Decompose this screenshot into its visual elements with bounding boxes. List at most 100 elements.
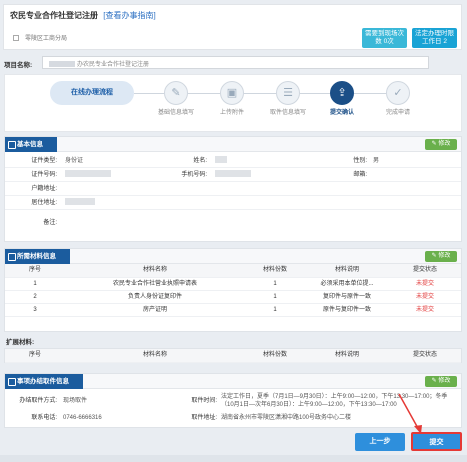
- table-header-row: 序号 材料名称 材料份数 材料说明 提交状态: [5, 264, 461, 278]
- field-label: 户籍地址:: [31, 186, 57, 192]
- table-cell: 1: [245, 303, 305, 317]
- edit-pickup-button[interactable]: ✎ 修改: [425, 376, 457, 387]
- guide-link[interactable]: [查看办事指南]: [103, 11, 155, 20]
- flow-connector: [300, 93, 330, 94]
- submit-button[interactable]: 提交: [411, 432, 462, 451]
- step-label-pickup: 取件信息填写: [269, 110, 306, 116]
- field-label: 取件地址:: [191, 415, 217, 421]
- table-cell: 负责人身份证复印件: [65, 290, 245, 304]
- redacted-text: [215, 170, 251, 177]
- pickup-form-icon: ☰: [276, 81, 300, 105]
- field-label: 居住地址:: [31, 200, 57, 206]
- agency-name: 零陵区工商分局: [25, 36, 68, 42]
- extended-materials-label: 扩展材料:: [6, 339, 35, 346]
- column-header: 材料说明: [305, 264, 389, 278]
- column-header: 材料说明: [305, 349, 389, 363]
- status-cell: 未提交: [389, 303, 461, 317]
- complete-check-icon: ✓: [386, 81, 410, 105]
- redacted-text: [65, 170, 111, 177]
- name-value: [215, 155, 227, 168]
- info-row: 户籍地址:: [5, 183, 461, 196]
- time-limit-badge: 法定办理时限工作日 2: [412, 28, 457, 48]
- field-label: 性别:: [353, 158, 367, 164]
- step-label-upload: 上传附件: [219, 110, 244, 116]
- table-row: 1 农民专业合作社营业执照申请表 1 必须采用本单位提... 未提交: [5, 277, 461, 291]
- column-header: 序号: [5, 349, 65, 363]
- field-label: 邮箱:: [353, 172, 367, 178]
- field-label: 备注:: [43, 220, 57, 226]
- column-header: 材料名称: [65, 264, 245, 278]
- address-value: [65, 197, 95, 210]
- edit-label: 修改: [438, 253, 451, 259]
- column-header: 提交状态: [389, 349, 461, 363]
- bottom-bar: [0, 455, 467, 462]
- edit-materials-button[interactable]: ✎ 修改: [425, 251, 457, 262]
- panel-title: 基本信息: [5, 137, 57, 152]
- annotation-arrow-icon: [398, 393, 422, 434]
- step-label-confirm: 提交确认: [329, 110, 354, 116]
- service-title: 农民专业合作社登记注册: [10, 11, 98, 20]
- phone-value: [215, 169, 251, 182]
- previous-step-button[interactable]: 上一步: [355, 433, 405, 451]
- edit-label: 修改: [438, 141, 451, 147]
- redacted-text: [215, 156, 227, 163]
- form-edit-icon: ✎: [164, 81, 188, 105]
- column-header: 序号: [5, 264, 65, 278]
- materials-panel: 所需材料信息 ✎ 修改 序号 材料名称 材料份数 材料说明 提交状态 1 农民专…: [4, 248, 462, 332]
- id-type-value: 身份证: [65, 158, 84, 164]
- info-row: 居住地址:: [5, 197, 461, 210]
- table-row: 2 负责人身份证复印件 1 复印件与原件一致 未提交: [5, 290, 461, 304]
- flow-start-label: 在线办理流程: [50, 81, 134, 105]
- flow-connector: [354, 93, 386, 94]
- table-cell: 复印件与原件一致: [305, 290, 389, 304]
- edit-basic-button[interactable]: ✎ 修改: [425, 139, 457, 150]
- panel-header: 事项办结取件信息 ✎ 修改: [5, 374, 461, 389]
- table-cell: 1: [245, 290, 305, 304]
- status-cell: 未提交: [389, 290, 461, 304]
- table-cell: 房产证明: [65, 303, 245, 317]
- field-label: 证件类型:: [31, 158, 57, 164]
- field-label: 办结取件方式:: [19, 398, 57, 404]
- field-label: 姓名:: [193, 158, 207, 164]
- field-label: 联系电话:: [31, 415, 57, 421]
- table-cell: 2: [5, 290, 65, 304]
- panel-header: 基本信息 ✎ 修改: [5, 137, 461, 152]
- info-row: 证件类型: 身份证 姓名: 性别: 男: [5, 155, 461, 168]
- project-name-label: 项目名称:: [4, 62, 33, 69]
- info-row: 证件号码: 手机号码: 邮箱:: [5, 169, 461, 182]
- panel-title: 事项办结取件信息: [5, 374, 83, 389]
- column-header: 提交状态: [389, 264, 461, 278]
- flow-connector: [244, 93, 276, 94]
- info-row: 备注:: [5, 211, 461, 237]
- pickup-panel: 事项办结取件信息 ✎ 修改 办结取件方式: 现场取件 取件时间: 法定工作日，夏…: [4, 373, 462, 428]
- column-header: 材料份数: [245, 264, 305, 278]
- project-name-value: 办农民专业合作社登记注册: [77, 62, 150, 68]
- project-name-field: 办农民专业合作社登记注册: [42, 56, 429, 69]
- agency-info: 零陵区工商分局: [13, 33, 67, 42]
- panel-title: 所需材料信息: [5, 249, 70, 264]
- visits-badge: 需要到现场次数 0次: [362, 28, 407, 48]
- field-label: 手机号码:: [181, 172, 207, 178]
- gender-value: 男: [373, 158, 380, 164]
- pickup-address-value: 湖南省永州市零陵区潇湘中路100号政务中心二楼: [221, 415, 352, 421]
- materials-table: 序号 材料名称 材料份数 材料说明 提交状态 1 农民专业合作社营业执照申请表 …: [5, 264, 461, 317]
- page-title: 农民专业合作社登记注册 [查看办事指南]: [10, 10, 156, 21]
- table-cell: 必须采用本单位提...: [305, 277, 389, 291]
- table-cell: 3: [5, 303, 65, 317]
- pickup-phone-value: 0746-6666316: [63, 415, 102, 421]
- flow-connector: [134, 93, 164, 94]
- step-label-complete: 完成申请: [385, 110, 410, 116]
- id-number-value: [65, 169, 111, 182]
- field-label: 取件时间:: [191, 398, 217, 404]
- extended-materials-table: 序号 材料名称 材料份数 材料说明 提交状态: [4, 348, 462, 363]
- field-label: 证件号码:: [31, 172, 57, 178]
- table-header-row: 序号 材料名称 材料份数 材料说明 提交状态: [5, 349, 461, 363]
- submit-confirm-icon: ⇪: [330, 81, 354, 105]
- status-cell: 未提交: [389, 277, 461, 291]
- table-cell: 农民专业合作社营业执照申请表: [65, 277, 245, 291]
- ext-table: 序号 材料名称 材料份数 材料说明 提交状态: [5, 349, 461, 363]
- column-header: 材料份数: [245, 349, 305, 363]
- table-cell: 原件与复印件一致: [305, 303, 389, 317]
- redacted-text: [65, 198, 95, 205]
- building-icon: [13, 35, 19, 41]
